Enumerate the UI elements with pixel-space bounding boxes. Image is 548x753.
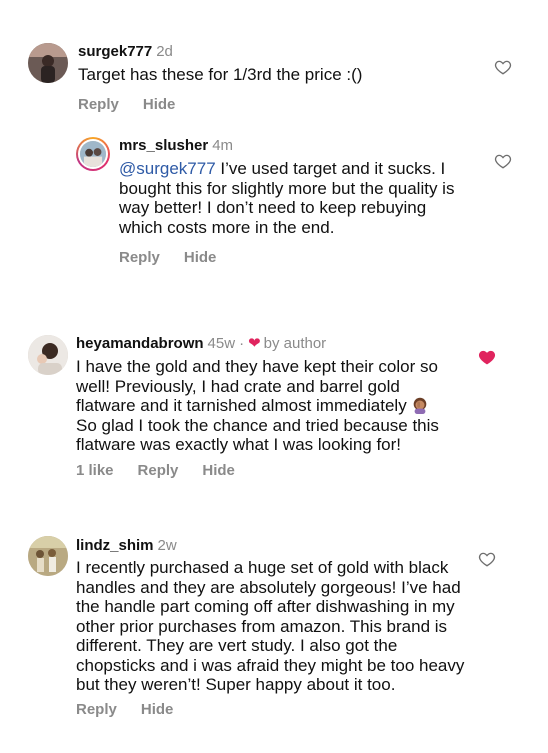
avatar [80, 141, 106, 167]
woman-facepalm-emoji-icon [413, 397, 427, 414]
timestamp: 2d [156, 43, 173, 60]
avatar[interactable] [28, 335, 68, 375]
likes-count[interactable]: 1 like [76, 461, 114, 480]
hide-button[interactable]: Hide [143, 95, 176, 114]
reply-mrs-slusher: mrs_slusher 4m @surgek777 I’ve used targe… [0, 120, 548, 280]
avatar-image [28, 43, 68, 83]
separator: · [239, 335, 245, 352]
reply-button[interactable]: Reply [119, 248, 160, 267]
reply-button[interactable]: Reply [138, 461, 179, 480]
avatar-image [80, 141, 106, 167]
comment-heyamandabrown: heyamandabrown 45w · ❤ by author I have the … [0, 320, 548, 490]
like-heart-icon[interactable] [494, 152, 512, 170]
hide-button[interactable]: Hide [184, 248, 217, 267]
comment-actions: Reply Hide [78, 95, 199, 114]
username[interactable]: mrs_slusher [119, 137, 208, 154]
username[interactable]: lindz_shim [76, 537, 154, 554]
comment-actions: Reply Hide [119, 248, 240, 267]
comment-lindz-shim: lindz_shim 2w I recently purchased a huge… [0, 520, 548, 750]
like-heart-icon[interactable] [494, 58, 512, 76]
mention-link[interactable]: @surgek777 [119, 159, 216, 178]
avatar[interactable] [28, 43, 68, 83]
comment-meta: lindz_shim 2w [76, 536, 177, 555]
comment-text: I have the gold and they have kept their… [76, 357, 456, 455]
comment-text-body-2: So glad I took the chance and tried beca… [76, 415, 439, 455]
hide-button[interactable]: Hide [141, 700, 174, 719]
comment-meta: mrs_slusher 4m [119, 136, 233, 155]
author-heart-icon: ❤ [248, 335, 261, 352]
timestamp: 2w [157, 537, 177, 554]
comment-text: @surgek777 I’ve used target and it sucks… [119, 159, 469, 237]
liked-heart-icon[interactable] [478, 348, 496, 366]
author-badge: by author [263, 335, 327, 352]
timestamp: 45w [207, 335, 236, 352]
comment-actions: Reply Hide [76, 700, 197, 719]
comment-meta: surgek777 2d [78, 42, 173, 61]
reply-button[interactable]: Reply [78, 95, 119, 114]
avatar-image [28, 536, 68, 576]
username[interactable]: surgek777 [78, 43, 152, 60]
comment-meta: heyamandabrown 45w · ❤ by author [76, 334, 326, 353]
hide-button[interactable]: Hide [202, 461, 235, 480]
username[interactable]: heyamandabrown [76, 335, 204, 352]
avatar-story-ring[interactable] [76, 137, 110, 171]
reply-button[interactable]: Reply [76, 700, 117, 719]
comment-text: I recently purchased a huge set of gold … [76, 558, 465, 694]
comment-actions: 1 like Reply Hide [76, 461, 259, 480]
like-heart-icon[interactable] [478, 550, 496, 568]
comment-text-body: I have the gold and they have kept their… [76, 357, 438, 415]
timestamp: 4m [212, 137, 234, 154]
avatar[interactable] [28, 536, 68, 576]
comment-text: Target has these for 1/3rd the price :() [78, 65, 363, 84]
comment-surgek777: surgek777 2d Target has these for 1/3rd t… [0, 0, 548, 120]
avatar-image [28, 335, 68, 375]
